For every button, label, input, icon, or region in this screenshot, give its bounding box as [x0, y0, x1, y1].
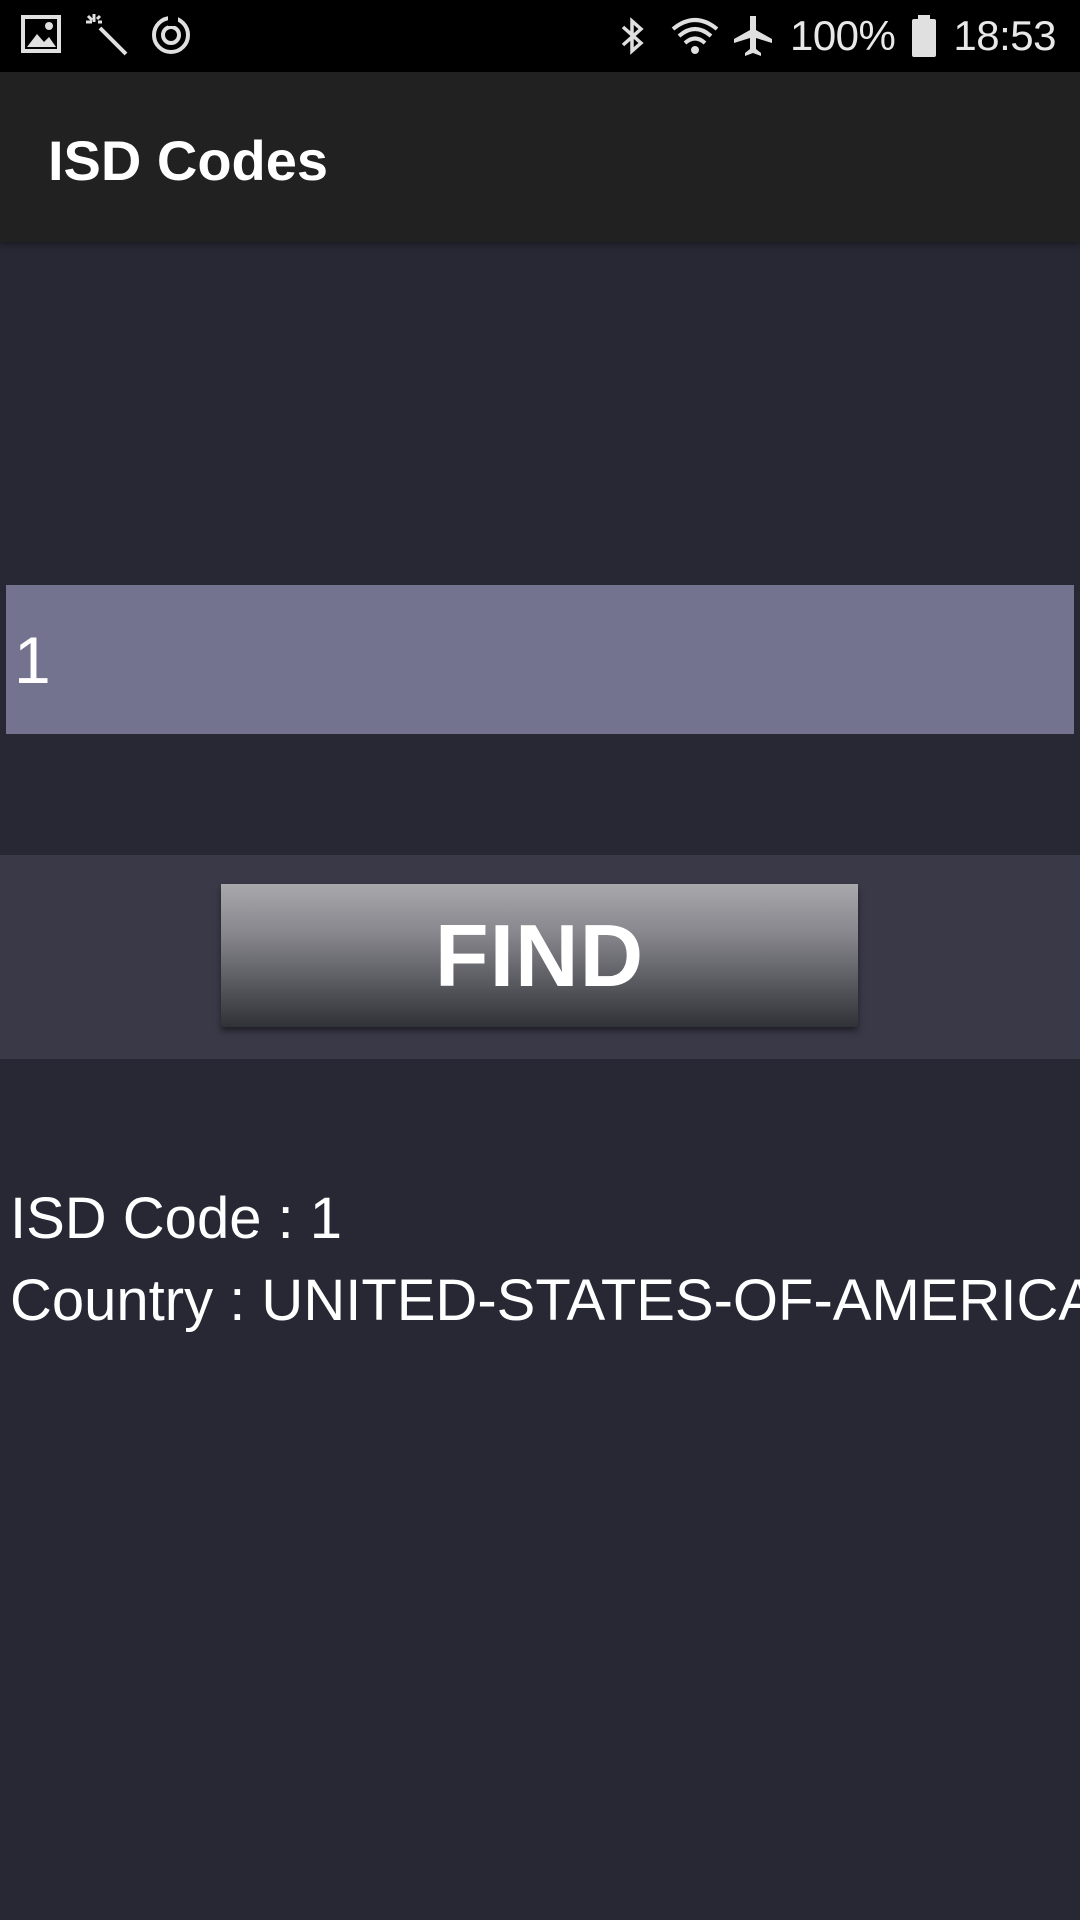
button-band: FIND: [0, 855, 1080, 1059]
bluetooth-icon: [610, 13, 656, 59]
gallery-icon: [20, 12, 66, 58]
find-button[interactable]: FIND: [221, 884, 858, 1027]
result-country: Country : UNITED-STATES-OF-AMERICA: [10, 1268, 1080, 1333]
result-isd-code: ISD Code : 1: [10, 1186, 343, 1251]
sync-icon: [148, 12, 194, 58]
app-bar: ISD Codes: [0, 72, 1080, 242]
app-title: ISD Codes: [48, 129, 329, 192]
screen: 100% 18:53 ISD Codes FIND ISD Code : 1 C…: [0, 0, 1080, 1920]
battery-icon: [909, 13, 939, 59]
magic-wand-icon: [84, 12, 130, 58]
isd-code-input[interactable]: [6, 585, 1074, 734]
airplane-mode-icon: [730, 13, 776, 59]
wifi-icon: [670, 13, 719, 59]
notification-icons: [20, 12, 194, 58]
status-bar: 100% 18:53: [0, 0, 1080, 72]
clock: 18:53: [953, 12, 1056, 59]
battery-percent: 100%: [789, 12, 896, 59]
system-status: 100% 18:53: [610, 0, 1056, 72]
